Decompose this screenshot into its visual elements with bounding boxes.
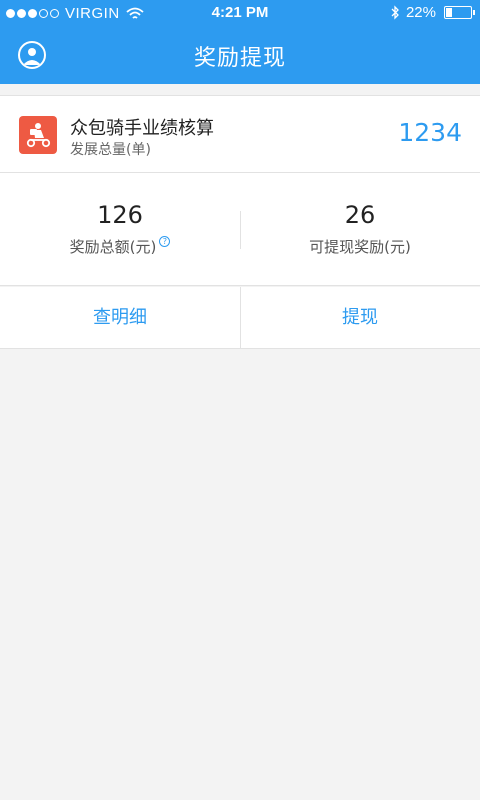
battery-percent: 22% [405, 4, 436, 21]
battery-icon [444, 6, 475, 19]
question-circle-icon[interactable]: ? [159, 236, 171, 247]
status-right: 22% [390, 4, 475, 21]
summary-count: 1234 [398, 118, 462, 147]
withdrawable-value: 26 [344, 201, 376, 229]
withdrawable-label: 可提现奖励(元) [309, 238, 411, 256]
view-details-button[interactable]: 查明细 [0, 287, 240, 349]
bluetooth-icon [391, 5, 399, 20]
nav-bar: 奖励提现 [0, 26, 480, 84]
total-reward-label: 奖励总额(元) [69, 238, 157, 256]
total-reward-value: 126 [97, 201, 143, 229]
total-reward-stat: 126 奖励总额(元)? [0, 173, 240, 286]
total-reward-label-row: 奖励总额(元)? [0, 236, 240, 257]
withdrawable-stat: 26 可提现奖励(元) [240, 173, 480, 286]
battery-level [446, 8, 452, 17]
summary-title: 众包骑手业绩核算 [70, 118, 214, 139]
courier-scooter-icon [19, 116, 57, 154]
action-bar: 查明细 提现 [0, 287, 480, 349]
withdraw-button[interactable]: 提现 [240, 287, 480, 349]
summary-card: 众包骑手业绩核算 发展总量(单) 1234 [0, 95, 480, 173]
battery-tip [473, 10, 475, 15]
scooter-glyph [26, 123, 51, 148]
status-bar: VIRGIN 4:21 PM 22% [0, 0, 480, 26]
page-title: 奖励提现 [193, 46, 286, 71]
summary-subtitle: 发展总量(单) [70, 142, 151, 158]
reward-stats: 126 奖励总额(元)? 26 可提现奖励(元) [0, 173, 480, 286]
